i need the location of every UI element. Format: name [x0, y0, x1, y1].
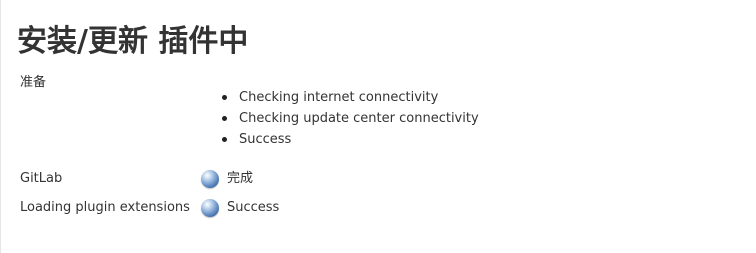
bullet-icon	[222, 137, 227, 142]
check-item-internet: Checking internet connectivity	[221, 87, 479, 108]
check-item-success: Success	[221, 129, 479, 150]
preparation-check-list: Checking internet connectivity Checking …	[221, 87, 479, 150]
bullet-icon	[222, 116, 227, 121]
job-name-gitlab: GitLab	[20, 171, 63, 186]
job-status-loading-plugin-extensions: Success	[201, 197, 279, 219]
page-title: 安装/更新 插件中	[17, 24, 249, 59]
blue-ball-icon	[201, 199, 219, 217]
bullet-icon	[222, 95, 227, 100]
job-status-text: Success	[227, 200, 280, 215]
check-item-label: Checking update center connectivity	[239, 111, 479, 126]
check-item-label: Checking internet connectivity	[239, 90, 439, 105]
update-center-page: 安装/更新 插件中 准备 Checking internet connectiv…	[0, 0, 756, 253]
blue-ball-icon	[201, 170, 219, 188]
job-status-gitlab: 完成	[201, 168, 253, 190]
check-item-update-center: Checking update center connectivity	[221, 108, 479, 129]
preparation-label: 准备	[20, 75, 47, 90]
job-name-loading-plugin-extensions: Loading plugin extensions	[20, 200, 190, 215]
job-status-text: 完成	[227, 171, 254, 186]
check-item-label: Success	[239, 132, 292, 147]
